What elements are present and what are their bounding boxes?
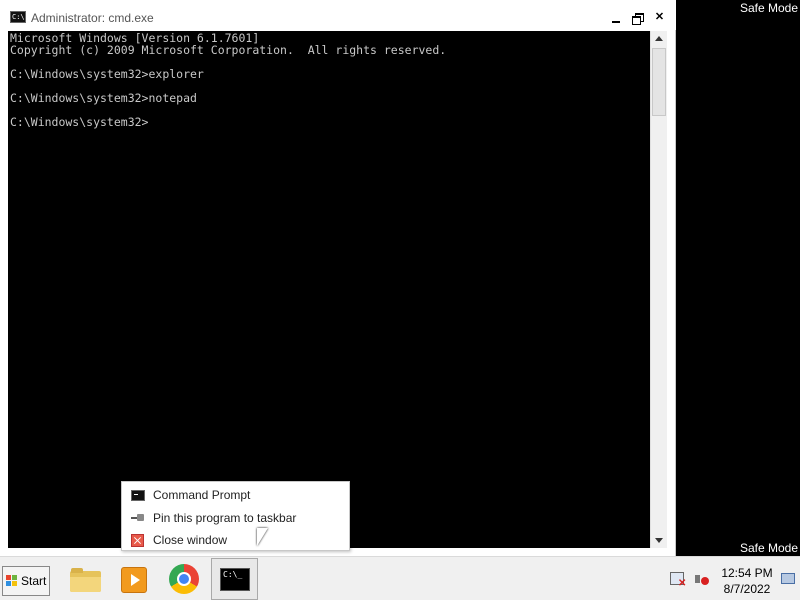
windows-explorer-icon	[70, 568, 101, 592]
scroll-down-arrow-icon[interactable]	[651, 532, 667, 548]
taskbar-jump-list: Command Prompt Pin this program to taskb…	[121, 481, 350, 551]
taskbar-windows-explorer[interactable]	[64, 558, 108, 600]
close-button[interactable]: ✕	[651, 11, 668, 26]
pin-icon	[131, 513, 145, 524]
chrome-icon	[169, 564, 199, 594]
console-prompt-line: C:\Windows\system32>	[10, 115, 149, 129]
network-disconnected-icon[interactable]	[670, 572, 686, 589]
cmd-window-icon[interactable]: C:\	[10, 11, 26, 23]
show-desktop-icon[interactable]	[781, 573, 795, 584]
jumplist-item-command-prompt[interactable]: Command Prompt	[122, 484, 349, 506]
cmd-window: C:\ Administrator: cmd.exe ✕ Microsoft W…	[0, 0, 676, 556]
console-line: Copyright (c) 2009 Microsoft Corporation…	[10, 43, 447, 57]
safe-mode-label-top: Safe Mode	[739, 1, 798, 15]
media-player-icon	[121, 567, 147, 593]
volume-muted-icon[interactable]	[694, 572, 710, 588]
safe-mode-label-bottom: Safe Mode	[739, 541, 798, 555]
mouse-cursor-icon	[257, 528, 268, 546]
window-title: Administrator: cmd.exe	[31, 11, 154, 25]
console-line: C:\Windows\system32>explorer	[10, 67, 204, 81]
taskbar: Start C:\_ 12:54 PM 8/7/2022	[0, 556, 800, 600]
taskbar-command-prompt[interactable]: C:\_	[211, 558, 258, 600]
jumplist-item-label: Pin this program to taskbar	[153, 511, 297, 525]
taskbar-chrome[interactable]	[162, 558, 206, 600]
restore-button[interactable]	[629, 11, 646, 26]
vertical-scrollbar[interactable]	[650, 31, 667, 548]
taskbar-clock[interactable]: 12:54 PM 8/7/2022	[715, 565, 779, 597]
start-label: Start	[21, 574, 47, 588]
clock-time: 12:54 PM	[721, 566, 773, 580]
jumplist-item-pin-to-taskbar[interactable]: Pin this program to taskbar	[122, 507, 349, 529]
title-bar[interactable]: C:\ Administrator: cmd.exe ✕	[0, 0, 676, 30]
minimize-button[interactable]	[608, 11, 625, 26]
console-line: C:\Windows\system32>notepad	[10, 91, 197, 105]
windows-logo-icon	[6, 575, 18, 587]
console-output[interactable]: Microsoft Windows [Version 6.1.7601] Cop…	[8, 31, 650, 548]
scroll-up-arrow-icon[interactable]	[651, 31, 667, 47]
clock-date: 8/7/2022	[723, 582, 771, 596]
jumplist-item-label: Command Prompt	[153, 488, 251, 502]
jumplist-item-close-window[interactable]: Close window	[122, 529, 349, 551]
command-prompt-icon: C:\_	[220, 568, 250, 591]
scroll-thumb[interactable]	[652, 48, 666, 116]
cmd-icon	[131, 490, 145, 501]
start-button[interactable]: Start	[2, 566, 50, 596]
taskbar-media-player[interactable]	[112, 558, 156, 600]
close-icon	[131, 534, 144, 547]
jumplist-item-label: Close window	[153, 533, 228, 547]
